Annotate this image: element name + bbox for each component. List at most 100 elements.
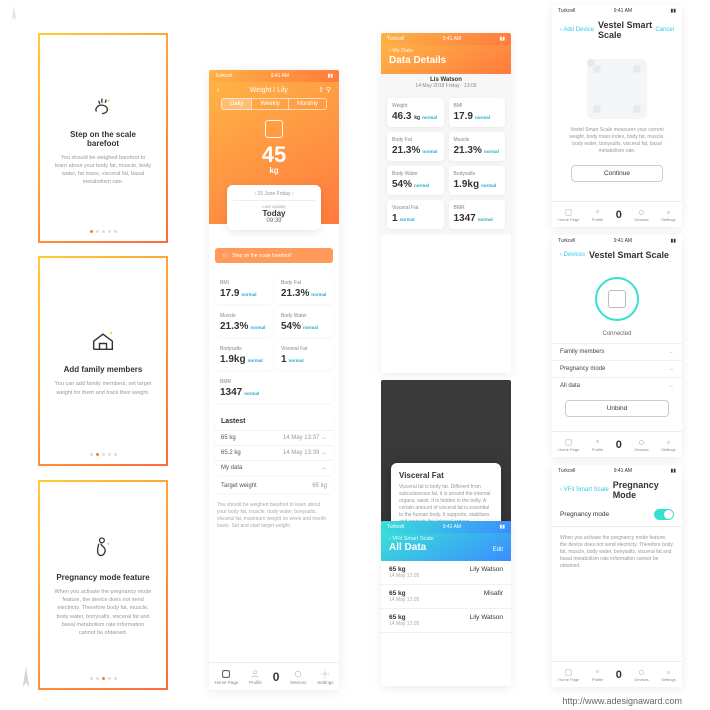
metric-bodyfat[interactable]: Body Fat21.3%normal bbox=[276, 275, 333, 304]
tab-settings[interactable]: Settings bbox=[317, 669, 333, 685]
tab-bar[interactable]: Home Page Profile 0 Devices Settings bbox=[552, 201, 682, 227]
tab-settings[interactable]: Settings bbox=[661, 208, 675, 222]
tab-settings[interactable]: Settings bbox=[661, 438, 675, 452]
back-button[interactable]: ‹ bbox=[217, 87, 219, 94]
data-row[interactable]: 65 kg14 May 12:05Misafir bbox=[381, 585, 511, 609]
tab-home[interactable]: Home Page bbox=[558, 208, 579, 222]
tab-profile[interactable]: Profile bbox=[592, 208, 603, 222]
row-pregnancy[interactable]: Pregnancy mode→ bbox=[552, 360, 682, 377]
popup-body: Visceral fat is body fat. Different from… bbox=[399, 484, 493, 526]
tab-home[interactable]: Home Page bbox=[558, 668, 579, 682]
onboarding-screen-1: Step on the scale barefoot You should be… bbox=[38, 33, 168, 243]
dd-bodyfat[interactable]: Body Fat21.3%normal bbox=[387, 132, 444, 161]
tab-bar[interactable]: Home Page Profile 0 Devices Settings bbox=[209, 662, 339, 690]
all-data-screen: Turkcell9:41 AM▮▮ ‹ VFit Smart ScaleAll … bbox=[381, 521, 511, 686]
scale-image bbox=[587, 59, 647, 119]
tab-weekly: Weekly bbox=[251, 98, 288, 110]
my-data-row[interactable]: My data→ bbox=[215, 460, 333, 475]
page-dots[interactable] bbox=[40, 230, 166, 233]
metric-bmr[interactable]: BMR1347normal bbox=[215, 374, 333, 403]
user-strip: Lis Watson14 May 2018 Friday · 13:05 bbox=[381, 74, 511, 92]
screen-title: All Data bbox=[389, 542, 434, 553]
metric-visceral[interactable]: Visceral Fat1normal bbox=[276, 341, 333, 370]
onb2-title: Add family members bbox=[64, 365, 143, 374]
back-crumb[interactable]: ‹ VFit Smart Scale bbox=[560, 487, 609, 493]
screen-title: Data Details bbox=[389, 55, 503, 66]
latest-row[interactable]: 65.2 kg14 May 13:39 → bbox=[215, 445, 333, 460]
tab-profile[interactable]: Profile bbox=[592, 438, 603, 452]
status-bar: Turkcell9:41 AM▮▮ bbox=[552, 5, 682, 17]
metric-muscle[interactable]: Muscle21.3%normal bbox=[215, 308, 272, 337]
data-row[interactable]: 65 kg14 May 12:05Lily Watson bbox=[381, 561, 511, 585]
page-dots[interactable] bbox=[40, 453, 166, 456]
screen-title: Weight / Lily bbox=[250, 87, 288, 94]
today-card[interactable]: ‹ 15 June Friday › Last update Today 09:… bbox=[227, 185, 321, 230]
barefoot-icon bbox=[88, 90, 118, 120]
popup-title: Visceral Fat bbox=[399, 471, 493, 480]
metrics-grid: BMI17.9normal Body Fat21.3%normal Muscle… bbox=[209, 269, 339, 409]
mode-desc: When you activate the pregnancy mode fea… bbox=[552, 527, 682, 578]
period-tabs[interactable]: Daily Weekly Monthly bbox=[217, 98, 331, 110]
dd-bodysalts[interactable]: Bodysalts1.9kgnormal bbox=[449, 166, 506, 195]
onb3-body: When you activate the pregnancy mode fea… bbox=[54, 588, 152, 638]
tab-weigh[interactable]: 0 bbox=[616, 209, 622, 221]
dd-visceral[interactable]: Visceral Fat1normal bbox=[387, 200, 444, 229]
tab-weigh[interactable]: 0 bbox=[616, 669, 622, 681]
dd-weight[interactable]: Weight46.3 kgnormal bbox=[387, 98, 444, 127]
tab-bar[interactable]: Home Page Profile 0 Devices Settings bbox=[552, 661, 682, 687]
tab-devices[interactable]: Devices bbox=[634, 208, 648, 222]
back-crumb[interactable]: ‹ Add Device bbox=[560, 27, 594, 33]
status-bar: Turkcell9:41 AM▮▮ bbox=[381, 521, 511, 533]
dd-bodywater[interactable]: Body Water54%normal bbox=[387, 166, 444, 195]
onb2-body: You can add family members, set target w… bbox=[54, 380, 152, 397]
tab-monthly: Monthly bbox=[288, 98, 327, 110]
status-connected: Connected bbox=[602, 331, 631, 337]
weight-screen: Turkcell9:41 AM▮▮ ‹ Weight / Lily ⇪ ⚲ Da… bbox=[209, 70, 339, 690]
tab-profile[interactable]: Profile bbox=[592, 668, 603, 682]
tab-devices[interactable]: Devices bbox=[290, 669, 306, 685]
back-crumb[interactable]: ‹ Devices bbox=[560, 252, 585, 258]
target-section[interactable]: Target weight65 kg bbox=[215, 479, 333, 493]
edit-button[interactable]: Edit bbox=[493, 547, 503, 553]
page-dots[interactable] bbox=[40, 677, 166, 680]
row-alldata[interactable]: All data→ bbox=[552, 377, 682, 394]
onb1-body: You should be weighed barefoot to learn … bbox=[54, 154, 152, 187]
dd-muscle[interactable]: Muscle21.3%normal bbox=[449, 132, 506, 161]
tab-devices[interactable]: Devices bbox=[634, 668, 648, 682]
screen-title: Vestel Smart Scale bbox=[598, 20, 655, 40]
latest-row[interactable]: 65 kg14 May 13:37 → bbox=[215, 430, 333, 445]
data-row[interactable]: 65 kg14 May 12:05Lily Watson bbox=[381, 609, 511, 633]
continue-button[interactable]: Continue bbox=[571, 165, 662, 182]
unbind-button[interactable]: Unbind bbox=[565, 400, 669, 417]
tip-banner: ⓘStep on the scale barefoot! bbox=[215, 248, 333, 263]
tab-bar[interactable]: Home Page Profile 0 Devices Settings bbox=[552, 431, 682, 457]
share-icon[interactable]: ⇪ ⚲ bbox=[318, 86, 331, 94]
onboarding-screen-3: Pregnancy mode feature When you activate… bbox=[38, 480, 168, 690]
tab-settings[interactable]: Settings bbox=[661, 668, 675, 682]
cancel-button[interactable]: Cancel bbox=[655, 27, 674, 33]
back-crumb[interactable]: ‹ My Data bbox=[389, 48, 503, 54]
onboarding-screen-2: Add family members You can add family me… bbox=[38, 256, 168, 466]
tab-home[interactable]: Home Page bbox=[214, 669, 238, 685]
status-bar: Turkcell9:41 AM▮▮ bbox=[209, 70, 339, 82]
metric-bodywater[interactable]: Body Water54%normal bbox=[276, 308, 333, 337]
row-family[interactable]: Family members→ bbox=[552, 343, 682, 360]
metric-bodysalts[interactable]: Bodysalts1.9kgnormal bbox=[215, 341, 272, 370]
pregnancy-toggle-row[interactable]: Pregnancy mode bbox=[552, 503, 682, 527]
tab-weigh[interactable]: 0 bbox=[273, 670, 280, 684]
tab-profile[interactable]: Profile bbox=[249, 669, 262, 685]
scale-icon bbox=[265, 120, 283, 138]
metric-bmi[interactable]: BMI17.9normal bbox=[215, 275, 272, 304]
back-crumb[interactable]: ‹ VFit Smart Scale bbox=[389, 536, 434, 542]
screen-title: Pregnancy Mode bbox=[613, 480, 674, 500]
tab-home[interactable]: Home Page bbox=[558, 438, 579, 452]
dd-bmr[interactable]: BMR1347normal bbox=[449, 200, 506, 229]
tab-weigh[interactable]: 0 bbox=[616, 439, 622, 451]
toggle-switch[interactable] bbox=[654, 509, 674, 520]
onb3-title: Pregnancy mode feature bbox=[56, 573, 149, 582]
tab-daily: Daily bbox=[221, 98, 251, 110]
status-bar: Turkcell9:41 AM▮▮ bbox=[552, 465, 682, 477]
dd-bmi[interactable]: BMI17.9normal bbox=[449, 98, 506, 127]
device-connected-screen: Turkcell9:41 AM▮▮ ‹ DevicesVestel Smart … bbox=[552, 235, 682, 457]
tab-devices[interactable]: Devices bbox=[634, 438, 648, 452]
